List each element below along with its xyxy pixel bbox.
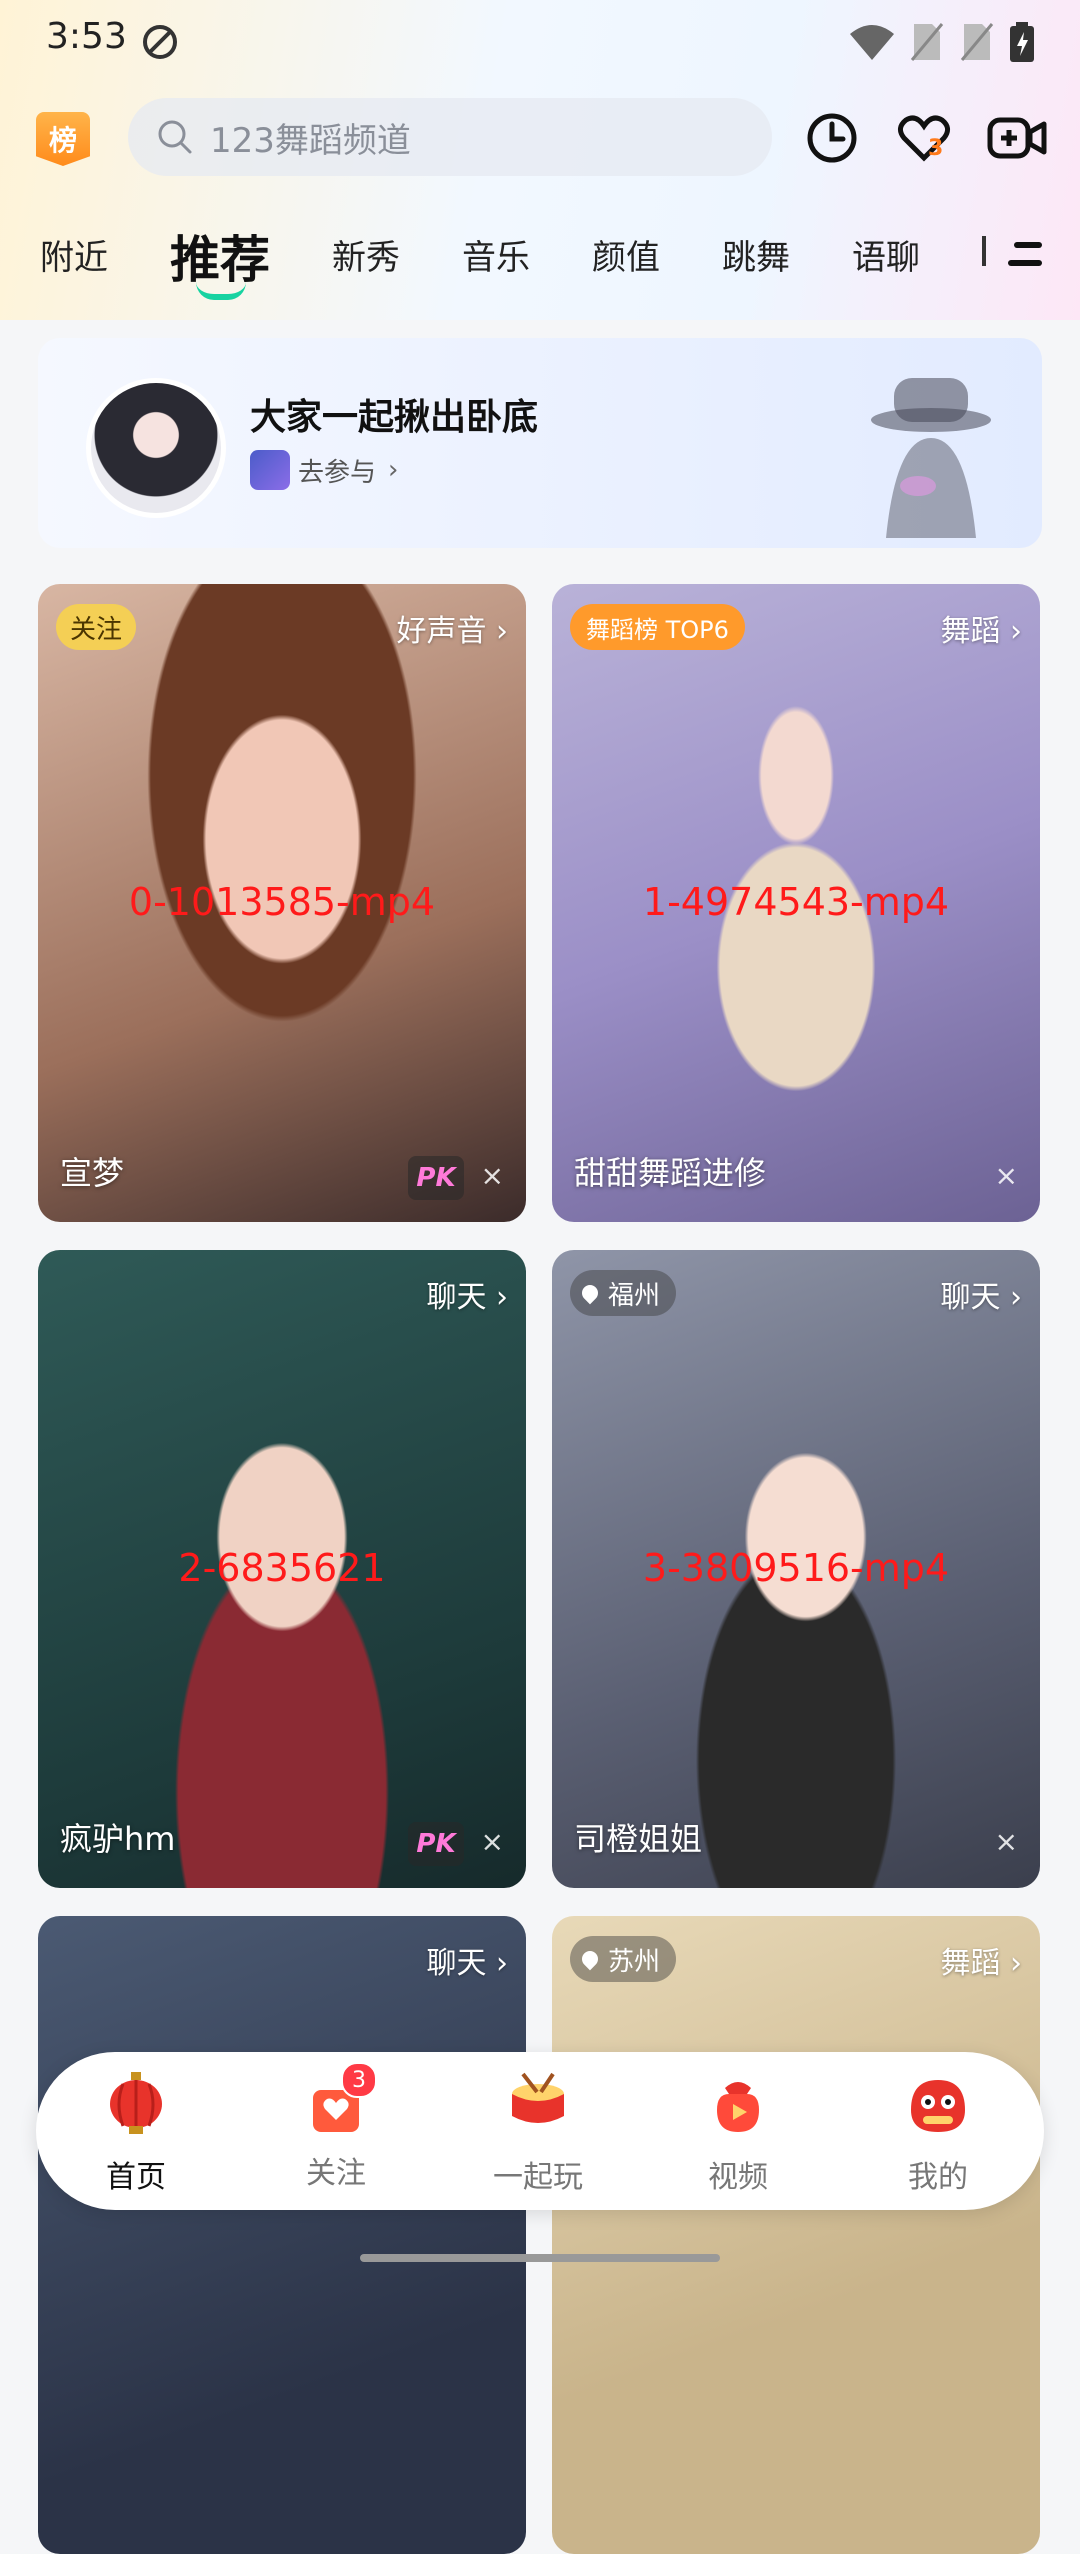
streamer-name: 司橙姐姐 <box>574 1820 703 1858</box>
search-icon <box>158 120 192 154</box>
bottom-nav: 首页 3 关注 一起玩 视频 我的 <box>36 2052 1044 2210</box>
chevron-right-icon: › <box>496 614 508 649</box>
lantern-icon <box>110 2072 162 2134</box>
heart-icon <box>898 115 950 162</box>
home-indicator[interactable] <box>360 2254 720 2262</box>
lion-dance-icon <box>911 2080 965 2132</box>
location-tag: 苏州 <box>570 1936 677 1982</box>
media-id: 3-3809516-mp4 <box>642 1546 950 1590</box>
close-icon[interactable]: × <box>481 1159 504 1192</box>
media-id: 0-1013585-mp4 <box>128 880 436 924</box>
status-bar: 3:53 <box>0 0 1080 80</box>
favorites-button[interactable]: 3 <box>894 108 954 168</box>
follow-gift-icon: 3 <box>301 2062 377 2140</box>
nav-label: 首页 <box>106 2160 166 2195</box>
location-pin-icon <box>578 1947 602 1971</box>
tab-looks[interactable]: 颜值 <box>592 230 660 279</box>
sim-off-icon-2 <box>960 23 994 61</box>
chevron-right-icon: › <box>1010 1280 1022 1315</box>
leaderboard-button[interactable]: 榜 <box>36 112 90 166</box>
category-link[interactable]: 舞蹈 › <box>940 606 1022 650</box>
nav-follow[interactable]: 3 关注 <box>266 2062 406 2192</box>
game-icon <box>250 450 290 490</box>
streamer-name: 甜甜舞蹈进修 <box>574 1154 767 1192</box>
category-link[interactable]: 聊天 › <box>940 1272 1022 1316</box>
tab-nearby[interactable]: 附近 <box>40 230 108 279</box>
location-tag: 福州 <box>570 1270 677 1316</box>
tab-overflow-edge <box>982 236 986 266</box>
wifi-icon <box>850 25 894 60</box>
sim-off-icon <box>910 23 944 61</box>
category-link[interactable]: 聊天 › <box>426 1938 508 1982</box>
search-input[interactable]: 123舞蹈频道 <box>128 98 772 176</box>
streamer-name: 疯驴hm <box>60 1820 176 1858</box>
tab-dance[interactable]: 跳舞 <box>722 230 790 279</box>
follow-tag: 关注 <box>56 604 137 650</box>
banner-subtitle: 去参与 <box>298 457 377 488</box>
chevron-right-icon: › <box>1010 1946 1022 1981</box>
chevron-right-icon: › <box>496 1280 508 1315</box>
banner-avatar <box>86 378 226 518</box>
location-pin-icon <box>578 1281 602 1305</box>
category-tabs: 附近 推荐 新秀 音乐 颜值 跳舞 语聊 <box>0 220 1080 300</box>
close-icon[interactable]: × <box>995 1825 1018 1858</box>
tab-voice-chat[interactable]: 语聊 <box>852 230 920 279</box>
lucky-bag-icon <box>717 2082 759 2132</box>
category-link[interactable]: 好声音 › <box>396 606 508 650</box>
live-card[interactable]: 聊天 › <box>38 1916 526 2554</box>
close-icon[interactable]: × <box>995 1159 1018 1192</box>
close-icon[interactable]: × <box>481 1825 504 1858</box>
nav-me[interactable]: 我的 <box>868 2070 1008 2196</box>
rank-tag: 舞蹈榜 TOP6 <box>570 604 745 650</box>
favorites-count: 3 <box>928 136 944 161</box>
nav-label: 视频 <box>708 2160 768 2195</box>
pk-badge: PK <box>408 1156 464 1200</box>
streamer-name: 宣梦 <box>60 1154 125 1192</box>
search-placeholder: 123舞蹈频道 <box>210 120 411 161</box>
do-not-disturb-icon <box>143 25 177 59</box>
nav-video[interactable]: 视频 <box>668 2070 808 2196</box>
nav-label: 关注 <box>306 2156 366 2191</box>
drum-icon <box>512 2072 564 2123</box>
live-card[interactable]: 舞蹈榜 TOP6 舞蹈 › 1-4974543-mp4 甜甜舞蹈进修 × <box>552 584 1040 1222</box>
event-banner[interactable]: 大家一起揪出卧底 去参与 › <box>38 338 1042 548</box>
nav-label: 我的 <box>908 2160 968 2195</box>
detective-illustration <box>871 378 991 538</box>
tab-newcomer[interactable]: 新秀 <box>332 230 400 279</box>
media-id: 2-6835621 <box>178 1546 386 1590</box>
follow-count-badge: 3 <box>341 2062 377 2098</box>
battery-icon <box>1010 22 1034 62</box>
tab-music[interactable]: 音乐 <box>462 230 530 279</box>
history-clock-icon[interactable] <box>802 108 862 168</box>
chevron-right-icon: › <box>1010 614 1022 649</box>
go-live-camera-icon[interactable] <box>986 108 1048 168</box>
nav-play-together[interactable]: 一起玩 <box>468 2070 608 2196</box>
media-id: 1-4974543-mp4 <box>642 880 950 924</box>
pk-badge: PK <box>408 1822 464 1866</box>
nav-label: 一起玩 <box>493 2160 583 2195</box>
category-link[interactable]: 聊天 › <box>426 1272 508 1316</box>
live-card[interactable]: 聊天 › 2-6835621 疯驴hm PK × <box>38 1250 526 1888</box>
banner-participate-link[interactable]: 去参与 › <box>250 450 398 490</box>
live-card[interactable]: 福州 聊天 › 3-3809516-mp4 司橙姐姐 × <box>552 1250 1040 1888</box>
live-card[interactable]: 关注 好声音 › 0-1013585-mp4 宣梦 PK × <box>38 584 526 1222</box>
chevron-right-icon: › <box>496 1946 508 1981</box>
menu-icon[interactable] <box>1008 238 1044 272</box>
chevron-right-icon: › <box>388 455 399 485</box>
live-card[interactable]: 苏州 舞蹈 › <box>552 1916 1040 2554</box>
banner-title: 大家一起揪出卧底 <box>250 397 539 438</box>
status-time: 3:53 <box>46 16 127 57</box>
category-link[interactable]: 舞蹈 › <box>940 1938 1022 1982</box>
nav-home[interactable]: 首页 <box>66 2070 206 2196</box>
